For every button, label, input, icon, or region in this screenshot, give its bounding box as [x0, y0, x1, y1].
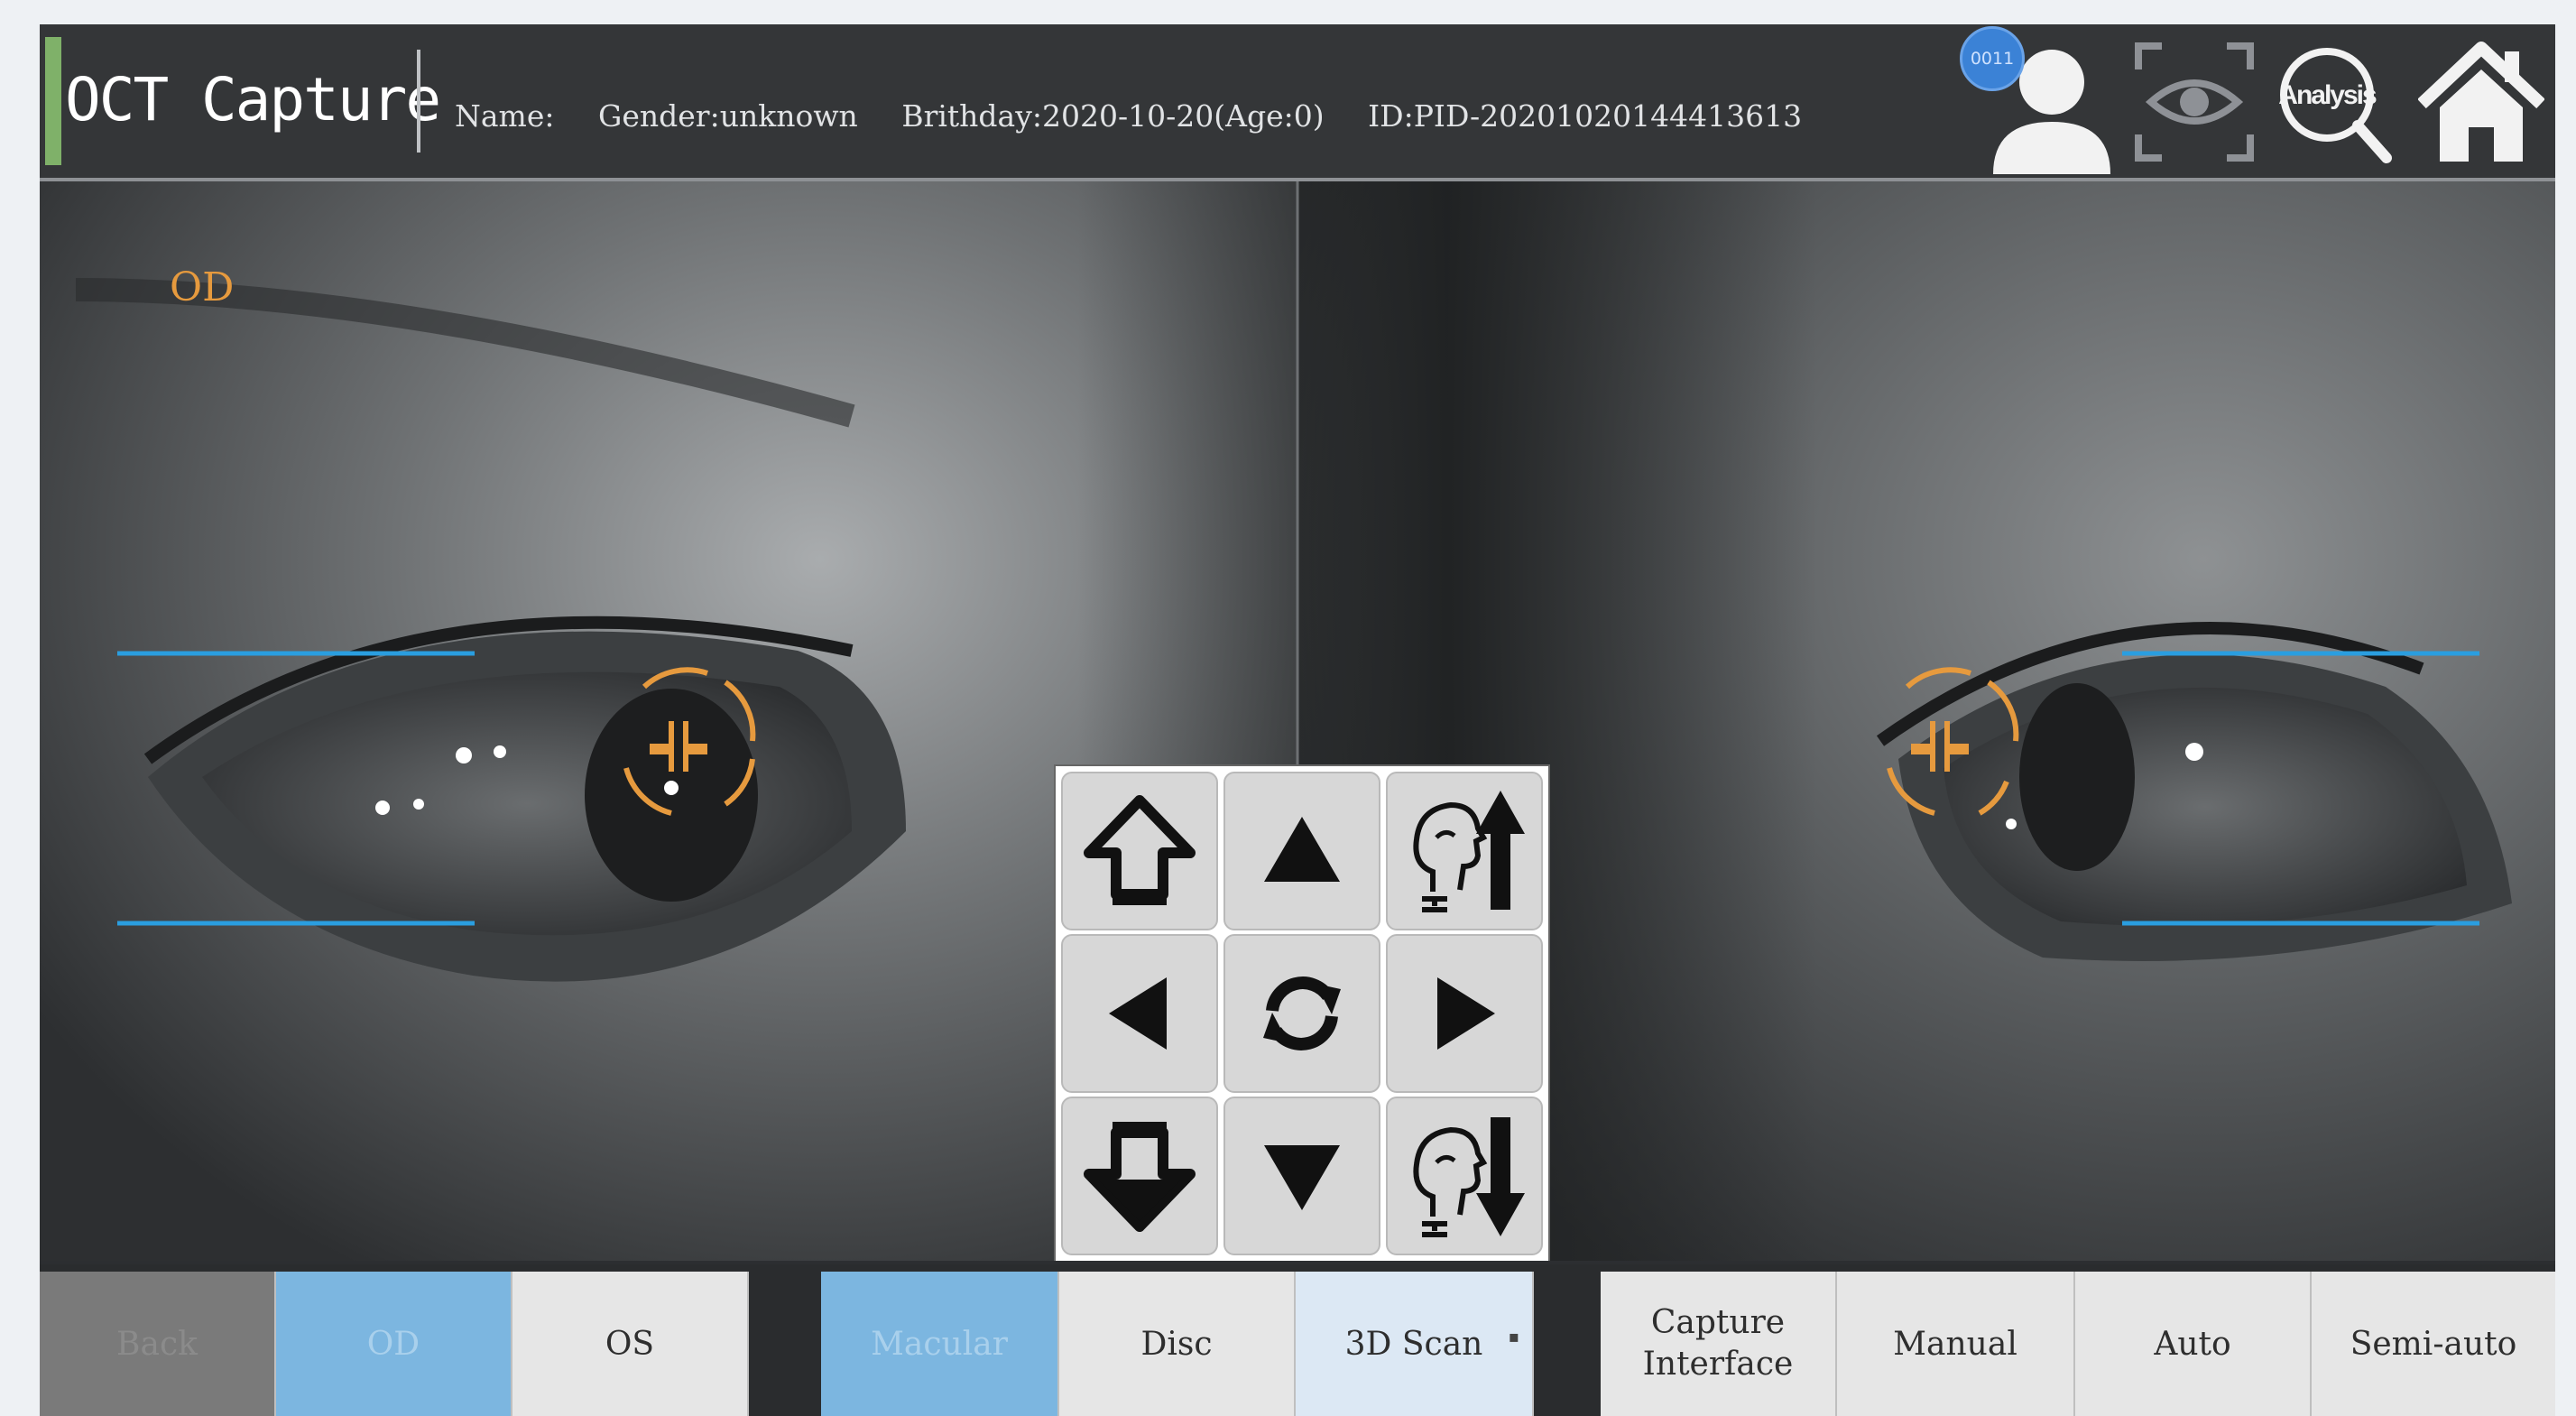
fast-down-arrow-icon — [1084, 1122, 1196, 1232]
head-down-icon — [1413, 1117, 1525, 1237]
left-button[interactable] — [1061, 934, 1218, 1093]
semi-auto-button-label: Semi-auto — [2350, 1325, 2517, 1363]
disc-button[interactable]: Disc — [1059, 1272, 1296, 1416]
fast-down-button[interactable] — [1061, 1097, 1218, 1255]
alignment-control-pad — [1054, 764, 1550, 1261]
capture-interface-button[interactable]: Capture Interface — [1601, 1272, 1837, 1416]
reset-position-button[interactable] — [1223, 934, 1380, 1093]
os-button[interactable]: OS — [512, 1272, 749, 1416]
dropdown-caret-icon: ▪ — [1508, 1328, 1519, 1347]
auto-button[interactable]: Auto — [2075, 1272, 2312, 1416]
eye-icon[interactable] — [2131, 39, 2257, 165]
title-divider — [417, 50, 420, 153]
header-bar: OCT Capture Name: Gender:unknown Brithda… — [40, 24, 2555, 181]
manual-button[interactable]: Manual — [1837, 1272, 2075, 1416]
bottom-toolbar: Back OD OS Macular Disc 3D Scan ▪ Captur… — [40, 1264, 2555, 1416]
od-button-label: OD — [366, 1325, 420, 1363]
fast-up-button[interactable] — [1061, 772, 1218, 930]
refresh-icon — [1263, 976, 1341, 1050]
down-button[interactable] — [1223, 1097, 1380, 1255]
head-up-button[interactable] — [1386, 772, 1543, 930]
patient-info: Name: Gender:unknown Brithday:2020-10-20… — [455, 98, 1836, 134]
macular-button-label: Macular — [871, 1325, 1008, 1363]
capture-interface-label: Capture Interface — [1643, 1302, 1794, 1385]
disc-button-label: Disc — [1140, 1325, 1213, 1363]
home-icon[interactable] — [2418, 39, 2544, 165]
oct-capture-window: OCT Capture Name: Gender:unknown Brithda… — [40, 24, 2555, 1416]
head-down-button[interactable] — [1386, 1097, 1543, 1255]
right-triangle-icon — [1437, 977, 1495, 1050]
patient-id: ID:PID-20201020144413613 — [1368, 98, 1803, 134]
camera-live-view: OD — [40, 181, 2555, 1261]
patient-name: Name: — [455, 98, 555, 134]
fast-up-arrow-icon — [1084, 795, 1196, 905]
head-up-icon — [1413, 791, 1525, 912]
macular-button[interactable]: Macular — [821, 1272, 1059, 1416]
capture-interface-line2: Interface — [1642, 1346, 1794, 1383]
manual-button-label: Manual — [1893, 1325, 2017, 1363]
semi-auto-button[interactable]: Semi-auto — [2312, 1272, 2555, 1416]
left-triangle-icon — [1109, 977, 1167, 1050]
patient-count-badge: 0011 — [1960, 26, 2025, 91]
app-title: OCT Capture — [65, 65, 441, 134]
od-button[interactable]: OD — [276, 1272, 512, 1416]
back-button[interactable]: Back — [40, 1272, 276, 1416]
up-button[interactable] — [1223, 772, 1380, 930]
scan-type-label: 3D Scan — [1344, 1325, 1483, 1363]
auto-button-label: Auto — [2154, 1325, 2231, 1363]
eye-side-label: OD — [170, 264, 235, 310]
patient-birthday: Brithday:2020-10-20(Age:0) — [901, 98, 1325, 134]
analysis-icon-text: Analysis — [2278, 80, 2377, 110]
scan-type-dropdown[interactable]: 3D Scan ▪ — [1296, 1272, 1534, 1416]
down-triangle-icon — [1264, 1145, 1340, 1210]
up-triangle-icon — [1264, 817, 1340, 882]
capture-interface-line1: Capture — [1650, 1304, 1786, 1341]
analysis-icon[interactable]: Analysis — [2271, 39, 2397, 165]
title-accent-bar — [45, 37, 61, 165]
os-button-label: OS — [605, 1325, 655, 1363]
patient-gender: Gender:unknown — [598, 98, 858, 134]
right-button[interactable] — [1386, 934, 1543, 1093]
back-button-label: Back — [116, 1325, 198, 1363]
